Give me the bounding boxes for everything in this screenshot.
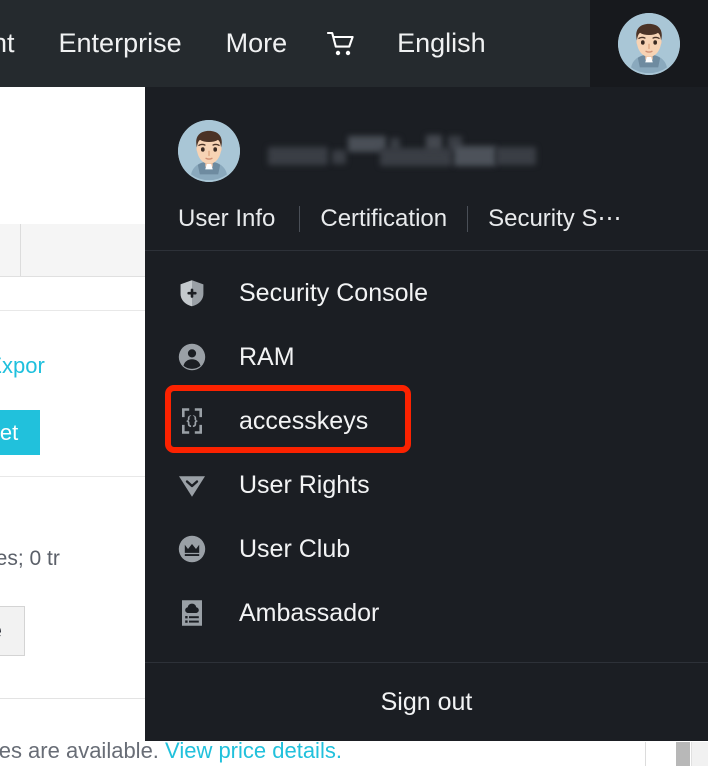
menu-item-security-console[interactable]: Security Console	[145, 261, 708, 325]
ambassador-badge-icon	[178, 599, 206, 627]
menu-item-ram[interactable]: RAM	[145, 325, 708, 389]
profile-name-redacted	[262, 134, 552, 168]
dropdown-tab-user-info[interactable]: User Info	[178, 205, 299, 232]
cart-icon	[327, 30, 357, 58]
nav-item-truncated-label: nt	[0, 28, 15, 58]
user-dropdown-panel: User Info Certification Security S⋯ Secu…	[145, 87, 708, 741]
menu-item-ram-label: RAM	[239, 342, 295, 371]
dropdown-menu-list: Security Console RAM accesskeys User Rig…	[145, 251, 708, 645]
user-circle-icon	[178, 343, 206, 371]
nav-item-enterprise-label: Enterprise	[58, 28, 182, 58]
bg-buckets-row: ckets Expor	[0, 353, 45, 379]
nav-item-more-label: More	[225, 28, 288, 58]
code-brackets-icon	[178, 407, 206, 435]
dropdown-tab-certification-label: Certification	[320, 205, 448, 232]
bg-cell-divider-1	[645, 742, 646, 766]
bg-packages-notice: ackages are available. View price detail…	[0, 738, 342, 764]
avatar	[178, 119, 240, 182]
sign-out-button[interactable]: Sign out	[145, 662, 708, 741]
menu-item-user-club[interactable]: User Club	[145, 517, 708, 581]
nav-item-language-label: English	[397, 28, 486, 58]
dropdown-tab-security-settings[interactable]: Security S⋯	[467, 205, 641, 233]
vertical-scrollbar-thumb[interactable]	[676, 742, 690, 766]
menu-item-user-rights[interactable]: User Rights	[145, 453, 708, 517]
nav-item-truncated[interactable]: nt	[0, 30, 37, 57]
bg-create-bucket-button[interactable]: eate Bucket	[0, 410, 41, 455]
menu-item-security-console-label: Security Console	[239, 278, 428, 307]
menu-item-ambassador-label: Ambassador	[239, 598, 380, 627]
shield-icon	[178, 279, 206, 307]
bg-manage-button[interactable]: nage	[0, 606, 25, 656]
dropdown-tab-user-info-label: User Info	[178, 205, 276, 232]
top-navigation-bar: nt Enterprise More English	[0, 0, 708, 87]
nav-avatar-button[interactable]	[590, 0, 708, 87]
menu-item-ambassador[interactable]: Ambassador	[145, 581, 708, 645]
nav-item-cart[interactable]	[309, 30, 375, 58]
menu-item-user-rights-label: User Rights	[239, 470, 370, 499]
crown-circle-icon	[178, 535, 206, 563]
diamond-icon	[178, 471, 206, 499]
bg-manage-label: nage	[0, 618, 2, 644]
dropdown-tab-certification[interactable]: Certification	[299, 205, 467, 233]
vertical-scrollbar-track[interactable]	[691, 742, 708, 766]
bg-create-bucket-label: eate Bucket	[0, 419, 19, 445]
dropdown-tabs: User Info Certification Security S⋯	[145, 192, 708, 252]
sign-out-label: Sign out	[380, 687, 473, 716]
bg-packages-text: ackages are available.	[0, 738, 159, 763]
dropdown-tab-security-settings-label: Security S⋯	[488, 205, 622, 232]
bg-view-price-details-link[interactable]: View price details.	[165, 738, 342, 763]
bg-tab-learn[interactable]: Lear	[0, 224, 21, 276]
nav-item-enterprise[interactable]: Enterprise	[37, 30, 204, 57]
menu-item-user-club-label: User Club	[239, 534, 351, 563]
menu-item-accesskeys[interactable]: accesskeys	[145, 389, 708, 453]
dropdown-profile-header	[145, 87, 708, 192]
nav-item-language[interactable]: English	[375, 30, 508, 57]
bg-export-link[interactable]: Expor	[0, 353, 45, 379]
menu-item-accesskeys-label: accesskeys	[239, 406, 369, 435]
nav-item-more[interactable]: More	[204, 30, 310, 57]
bg-alarm-rules-text: rm rules; 0 tr	[0, 547, 60, 570]
avatar	[618, 12, 680, 75]
